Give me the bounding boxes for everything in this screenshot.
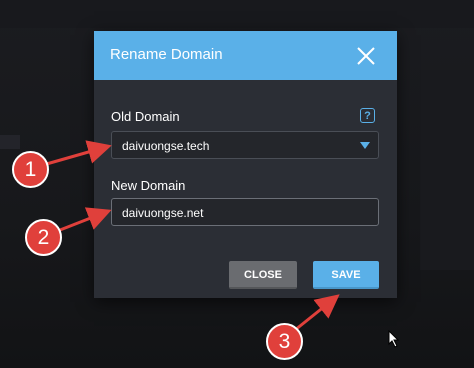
new-domain-value: daivuongse.net <box>122 206 204 220</box>
old-domain-value: daivuongse.tech <box>122 139 210 153</box>
mouse-cursor-icon <box>388 330 400 348</box>
rename-domain-dialog: Rename Domain Old Domain ? daivuongse.te… <box>94 31 397 298</box>
dialog-title: Rename Domain <box>110 46 223 63</box>
help-icon[interactable]: ? <box>360 108 375 123</box>
close-icon[interactable] <box>354 44 378 68</box>
old-domain-label: Old Domain <box>111 109 180 124</box>
step-3-badge: 3 <box>266 323 303 360</box>
close-button[interactable]: CLOSE <box>229 261 297 289</box>
dialog-header: Rename Domain <box>94 31 397 80</box>
step-2-badge: 2 <box>25 219 62 256</box>
new-domain-label: New Domain <box>111 178 186 193</box>
old-domain-select[interactable]: daivuongse.tech <box>111 131 379 159</box>
background-panel <box>420 70 474 270</box>
chevron-down-icon <box>360 142 370 149</box>
step-1-badge: 1 <box>12 151 49 188</box>
new-domain-input[interactable]: daivuongse.net <box>111 198 379 226</box>
save-button[interactable]: SAVE <box>313 261 379 289</box>
background-topbar <box>0 0 474 28</box>
background-element <box>0 135 20 149</box>
